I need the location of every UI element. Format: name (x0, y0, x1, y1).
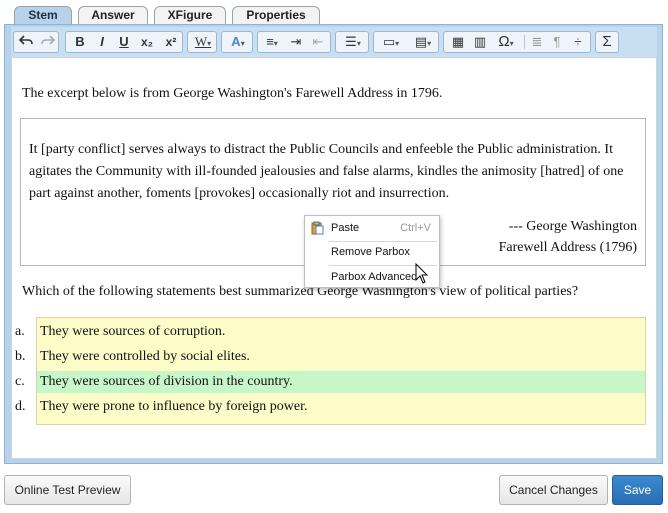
choice-text: They were sources of division in the cou… (40, 374, 293, 389)
undo-icon[interactable] (16, 32, 36, 52)
underline-button[interactable]: U (114, 32, 134, 52)
choice-row-d[interactable]: d. They were prone to influence by forei… (15, 396, 645, 418)
align-group: ≡▾ ⇥ ⇤ (257, 31, 331, 53)
choice-letter: a. (15, 324, 25, 339)
list-group: ☰▾ (335, 31, 369, 53)
online-test-preview-button[interactable]: Online Test Preview (4, 475, 131, 505)
choice-row-a[interactable]: a. They were sources of corruption. (15, 321, 645, 343)
editor-toolbar: B I U x₂ x² W▾ A▾ ≡▾ ⇥ ⇤ ☰▾ ▭▾ ▤▾ ▦ ▥ Ω▾ (11, 27, 657, 57)
color-group: A▾ (221, 31, 253, 53)
history-group (13, 31, 59, 53)
menu-item-label: Parbox Advanced (331, 271, 418, 283)
question-text: Which of the following statements best s… (22, 284, 579, 299)
bold-button[interactable]: B (70, 32, 90, 52)
italic-button[interactable]: I (92, 32, 112, 52)
menu-item-label: Remove Parbox (331, 246, 410, 258)
outdent-icon[interactable]: ⇤ (308, 32, 328, 52)
frame-icon[interactable]: ▤▾ (408, 32, 438, 52)
parbox-icon[interactable]: ▭▾ (376, 32, 406, 52)
insert-group: ▦ ▥ Ω▾ ≣ ¶ ÷ (443, 31, 591, 53)
math-group: Σ (595, 31, 619, 53)
save-button[interactable]: Save (612, 475, 663, 505)
choice-letter: b. (15, 349, 26, 364)
choice-text: They were sources of corruption. (40, 324, 226, 339)
text-color-icon[interactable]: A▾ (224, 32, 252, 52)
pilcrow-icon[interactable]: ¶ (548, 32, 566, 52)
paste-icon (310, 221, 324, 242)
sigma-icon[interactable]: Σ (597, 32, 617, 52)
align-icon[interactable]: ≡▾ (260, 32, 284, 52)
mouse-cursor-icon (415, 262, 429, 285)
tab-xfigure[interactable]: XFigure (154, 6, 226, 25)
quote-line: part against another, foments [provokes]… (29, 186, 450, 201)
choice-row-c[interactable]: c. They were sources of division in the … (15, 371, 645, 393)
choice-letter: d. (15, 399, 26, 414)
answer-choices: a. They were sources of corruption. b. T… (15, 317, 646, 425)
redo-icon[interactable] (38, 32, 58, 52)
menu-item-shortcut: Ctrl+V (400, 222, 431, 234)
toolbar-divider (524, 35, 525, 49)
tab-answer[interactable]: Answer (78, 6, 148, 25)
menu-item-paste[interactable]: Paste Ctrl+V (305, 218, 439, 238)
box-group: ▭▾ ▤▾ (373, 31, 439, 53)
choice-row-b[interactable]: b. They were controlled by social elites… (15, 346, 645, 368)
text-style-dropdown[interactable]: W▾ (190, 32, 216, 52)
quote-line: It [party conflict] serves always to dis… (29, 142, 613, 157)
table-icon[interactable]: ▦ (448, 32, 468, 52)
fraction-icon[interactable]: ÷ (568, 32, 588, 52)
indent-icon[interactable]: ⇥ (286, 32, 306, 52)
superscript-button[interactable]: x² (160, 32, 182, 52)
choice-text: They were controlled by social elites. (40, 349, 250, 364)
choice-letter: c. (15, 374, 25, 389)
menu-item-remove-parbox[interactable]: Remove Parbox (305, 242, 439, 262)
text-style-group: W▾ (187, 31, 217, 53)
format-group: B I U x₂ x² (65, 31, 183, 53)
numbered-list-icon[interactable]: ☰▾ (338, 32, 368, 52)
paragraph-format-icon[interactable]: ≣ (528, 32, 546, 52)
quote-text: It [party conflict] serves always to dis… (29, 139, 639, 205)
special-char-icon[interactable]: Ω▾ (492, 32, 520, 52)
intro-text: The excerpt below is from George Washing… (22, 86, 443, 101)
choice-text: They were prone to influence by foreign … (40, 399, 308, 414)
cancel-changes-button[interactable]: Cancel Changes (499, 475, 608, 505)
tab-properties[interactable]: Properties (232, 6, 320, 25)
tab-stem[interactable]: Stem (14, 6, 72, 26)
grid-icon[interactable]: ▥ (470, 32, 490, 52)
attribution-author: --- George Washington (508, 219, 637, 234)
menu-item-label: Paste (331, 222, 360, 234)
attribution-source: Farewell Address (1796) (498, 240, 637, 255)
quote-line: agitates the Community with ill-founded … (29, 164, 624, 179)
subscript-button[interactable]: x₂ (136, 32, 158, 52)
